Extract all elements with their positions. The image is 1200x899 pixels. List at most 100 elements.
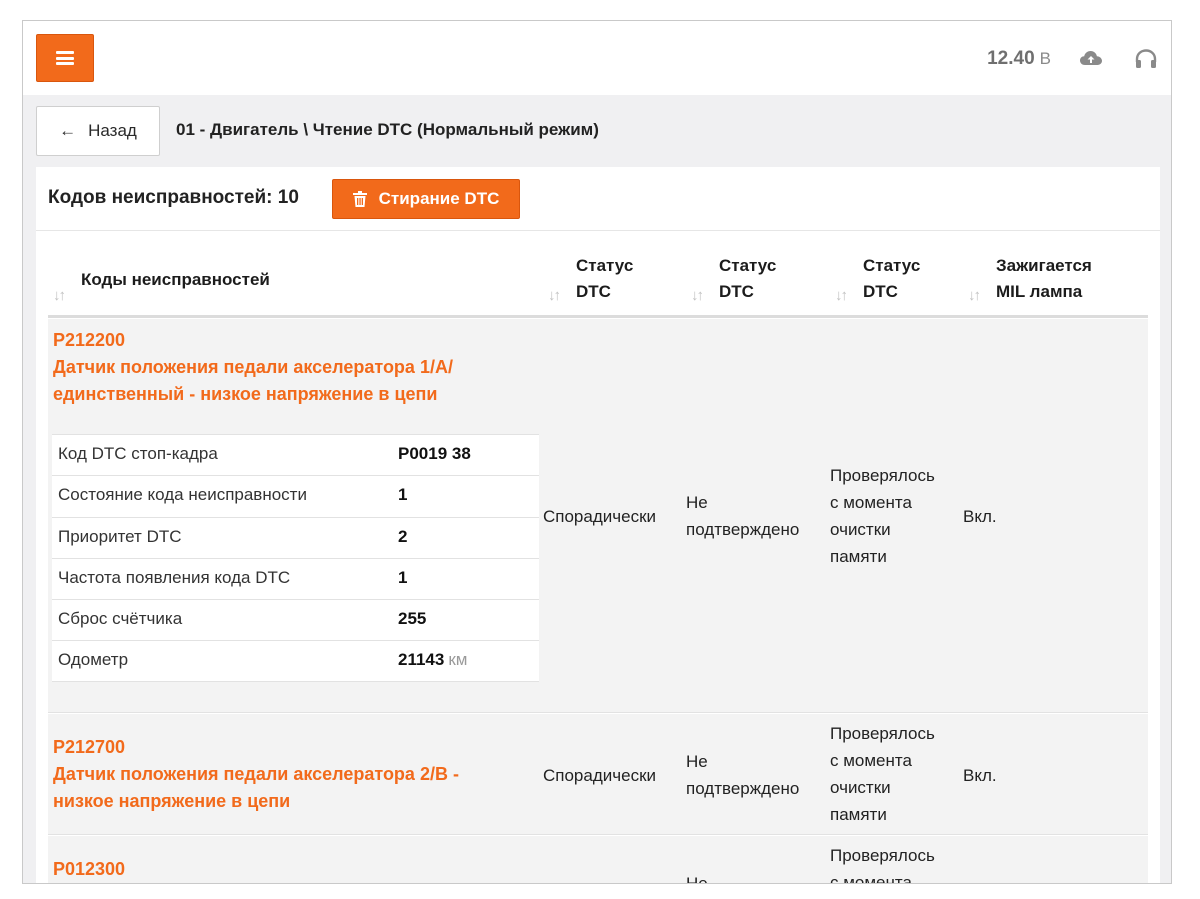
detail-value: 255	[398, 609, 427, 629]
detail-label: Частота появления кода DTC	[58, 567, 291, 587]
odometer-unit: км	[448, 650, 468, 670]
table-row[interactable]: P212700 Датчик положения педали акселера…	[48, 714, 1148, 835]
top-bar: 12.40 В	[23, 21, 1171, 95]
column-header-status-2[interactable]: ↓↑ Статус DTC	[691, 253, 831, 315]
detail-label: Одометр	[58, 650, 129, 670]
status-line: Проверялось	[830, 724, 935, 743]
status-cell: Спорадически	[543, 507, 657, 526]
detail-row: Приоритет DTC 2	[52, 516, 539, 558]
column-header-line2: DTC	[576, 282, 611, 301]
voltage-readout: 12.40 В	[987, 48, 1051, 70]
detail-row: Частота появления кода DTC 1	[52, 557, 539, 600]
column-header-mil[interactable]: ↓↑ Зажигается MIL лампа	[968, 253, 1138, 315]
status-line: подтверждено	[686, 520, 800, 539]
sort-icon: ↓↑	[53, 287, 66, 304]
content-panel: Кодов неисправностей: 10 Стирание DTC ↓↑…	[36, 167, 1160, 884]
column-header-line1: Зажигается	[996, 256, 1092, 275]
erase-dtc-button[interactable]: Стирание DTC	[332, 179, 520, 219]
arrow-left-icon: ←	[59, 121, 77, 140]
status-line: с момента	[830, 751, 912, 770]
dtc-code[interactable]: P012300	[53, 856, 125, 883]
mil-cell: Вкл.	[963, 766, 997, 785]
status-cell: Не подтверждено	[686, 489, 799, 543]
table-header: ↓↑ Коды неисправностей ↓↑ Статус DTC ↓↑ С…	[48, 253, 1148, 318]
detail-row: Состояние кода неисправности 1	[52, 475, 539, 517]
dtc-description-line: Датчик положения педали акселератора 1/A…	[53, 357, 453, 377]
dtc-code[interactable]: P212200	[53, 327, 125, 354]
column-header-line2: DTC	[719, 282, 754, 301]
status-line: Проверялось	[830, 846, 935, 865]
detail-row: Сброс счётчика 255	[52, 599, 539, 641]
column-header-label: Статус DTC	[863, 253, 920, 305]
menu-button[interactable]	[36, 34, 94, 82]
column-header-label: Статус DTC	[719, 253, 776, 305]
status-line: памяти	[830, 805, 887, 824]
voltage-unit: В	[1039, 49, 1051, 68]
status-cell: Не	[686, 874, 708, 884]
status-cell: Не подтверждено	[686, 748, 799, 802]
column-header-status-1[interactable]: ↓↑ Статус DTC	[548, 253, 688, 315]
detail-value: 2	[398, 526, 408, 546]
dtc-description: Датчик положения педали акселератора 2/B…	[53, 761, 533, 815]
column-header-label: Коды неисправностей	[81, 270, 270, 289]
status-line: Не	[686, 493, 708, 512]
menu-icon	[56, 51, 74, 65]
status-line: с момента	[830, 493, 912, 512]
sort-icon: ↓↑	[968, 287, 981, 304]
status-cell: Проверялось с момента очистки памяти	[830, 720, 935, 828]
column-header-label: Зажигается MIL лампа	[996, 253, 1092, 305]
dtc-description-line: единственный - низкое напряжение в цепи	[53, 384, 438, 404]
column-header-line2: MIL лампа	[996, 282, 1083, 301]
dtc-count-label: Кодов неисправностей: 10	[48, 187, 299, 208]
detail-label: Код DTC стоп-кадра	[58, 444, 218, 463]
status-cell: Проверялось с момента очистки памяти	[830, 462, 935, 570]
dtc-description-line: Датчик положения педали акселератора 2/B…	[53, 764, 459, 784]
status-line: подтверждено	[686, 779, 800, 798]
detail-row: Код DTC стоп-кадра P0019 38	[52, 434, 539, 476]
column-header-label: Статус DTC	[576, 253, 633, 305]
detail-row: Одометр 21143 км	[52, 640, 539, 682]
detail-label: Приоритет DTC	[58, 526, 182, 546]
detail-value: 1	[398, 485, 408, 505]
status-line: Не	[686, 752, 708, 771]
back-button[interactable]: ← Назад	[36, 106, 160, 156]
column-header-status-3[interactable]: ↓↑ Статус DTC	[835, 253, 965, 315]
detail-label: Состояние кода неисправности	[58, 485, 307, 505]
column-header-line1: Статус	[719, 256, 777, 275]
freeze-frame-details: Код DTC стоп-кадра P0019 38 Состояние ко…	[52, 434, 539, 682]
sort-icon: ↓↑	[691, 287, 704, 304]
status-cell: Спорадически	[543, 766, 657, 785]
app-window: 12.40 В ← Назад 01 - Двигатель \ Чтение D…	[22, 20, 1172, 884]
breadcrumb: 01 - Двигатель \ Чтение DTC (Нормальный …	[176, 120, 599, 139]
status-line: очистки	[830, 520, 891, 539]
status-line: Проверялось	[830, 466, 935, 485]
detail-value: 21143 км	[398, 650, 467, 670]
status-line: памяти	[830, 547, 887, 566]
trash-icon	[352, 191, 367, 207]
dtc-code[interactable]: P212700	[53, 734, 125, 761]
headset-icon[interactable]	[1134, 48, 1158, 70]
detail-label: Сброс счётчика	[58, 609, 183, 629]
panel-header: Кодов неисправностей: 10 Стирание DTC	[36, 167, 1160, 231]
column-header-line1: Статус	[576, 256, 634, 275]
column-header-line2: DTC	[863, 282, 898, 301]
mil-cell: Вкл.	[963, 507, 997, 526]
table-row[interactable]: P012300 Не Проверялось с момента	[48, 836, 1148, 884]
status-line: очистки	[830, 778, 891, 797]
back-label: Назад	[88, 121, 137, 140]
erase-dtc-label: Стирание DTC	[378, 189, 500, 208]
dtc-description: Датчик положения педали акселератора 1/A…	[53, 354, 533, 408]
detail-value: 1	[398, 567, 408, 587]
cloud-upload-icon[interactable]	[1079, 48, 1103, 70]
voltage-value: 12.40	[987, 48, 1035, 69]
detail-value: P0019 38	[398, 444, 471, 463]
odometer-value: 21143	[398, 650, 445, 670]
table-row[interactable]: P212200 Датчик положения педали акселера…	[48, 319, 1148, 713]
dtc-description-line: низкое напряжение в цепи	[53, 791, 291, 811]
sort-icon: ↓↑	[835, 287, 848, 304]
status-cell: Проверялось с момента	[830, 842, 935, 884]
column-header-codes[interactable]: ↓↑ Коды неисправностей	[53, 253, 533, 315]
column-header-line1: Статус	[863, 256, 921, 275]
sort-icon: ↓↑	[548, 287, 561, 304]
status-line: с момента	[830, 873, 912, 884]
